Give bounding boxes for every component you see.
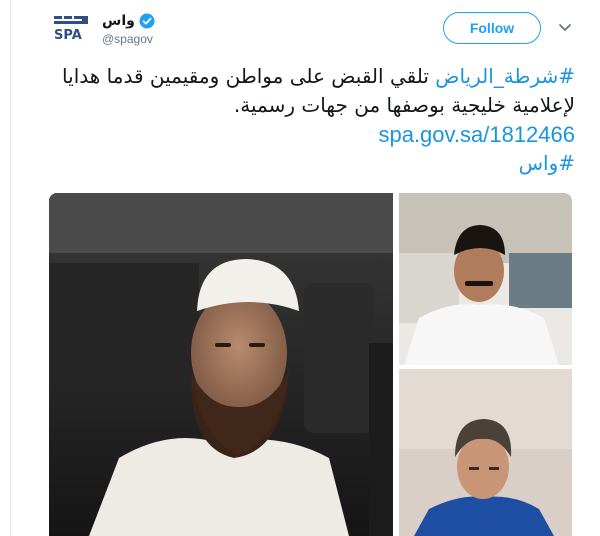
- tweet-text: #شرطة_الرياض تلقي القبض على مواطن ومقيمي…: [40, 62, 575, 178]
- timeline-border: [10, 0, 11, 536]
- tweet-link-line: spa.gov.sa/1812466: [40, 120, 575, 149]
- tweet-line-4: #واس: [40, 149, 575, 178]
- photo-2[interactable]: [399, 193, 572, 365]
- tweet-line-1-text: تلقي القبض على مواطن ومقيمين قدما هدايا: [62, 64, 436, 88]
- media-grid: [49, 193, 572, 536]
- hashtag-spa[interactable]: #واس: [519, 151, 575, 175]
- hashtag-riyadh-police[interactable]: #شرطة_الرياض: [435, 64, 575, 88]
- follow-button[interactable]: Follow: [443, 12, 541, 44]
- author-name-row[interactable]: واس: [102, 10, 155, 32]
- photo-3[interactable]: [399, 369, 572, 536]
- tweet-line-1: #شرطة_الرياض تلقي القبض على مواطن ومقيمي…: [40, 62, 575, 91]
- tweet-card: SPA واس @spagov Follow #شرطة_الرياض تلقي…: [0, 0, 600, 536]
- avatar[interactable]: SPA: [52, 12, 92, 44]
- user-handle[interactable]: @spagov: [102, 32, 153, 46]
- logo-label: SPA: [54, 28, 82, 43]
- chevron-down-icon[interactable]: [558, 20, 572, 34]
- tweet-line-2: لإعلامية خليجية بوصفها من جهات رسمية.: [233, 93, 575, 117]
- photo-1[interactable]: [49, 193, 393, 536]
- display-name[interactable]: واس: [102, 13, 135, 29]
- spa-logo-icon: SPA: [52, 12, 92, 44]
- verified-badge-icon: [139, 13, 155, 29]
- tweet-link[interactable]: spa.gov.sa/1812466: [378, 122, 575, 147]
